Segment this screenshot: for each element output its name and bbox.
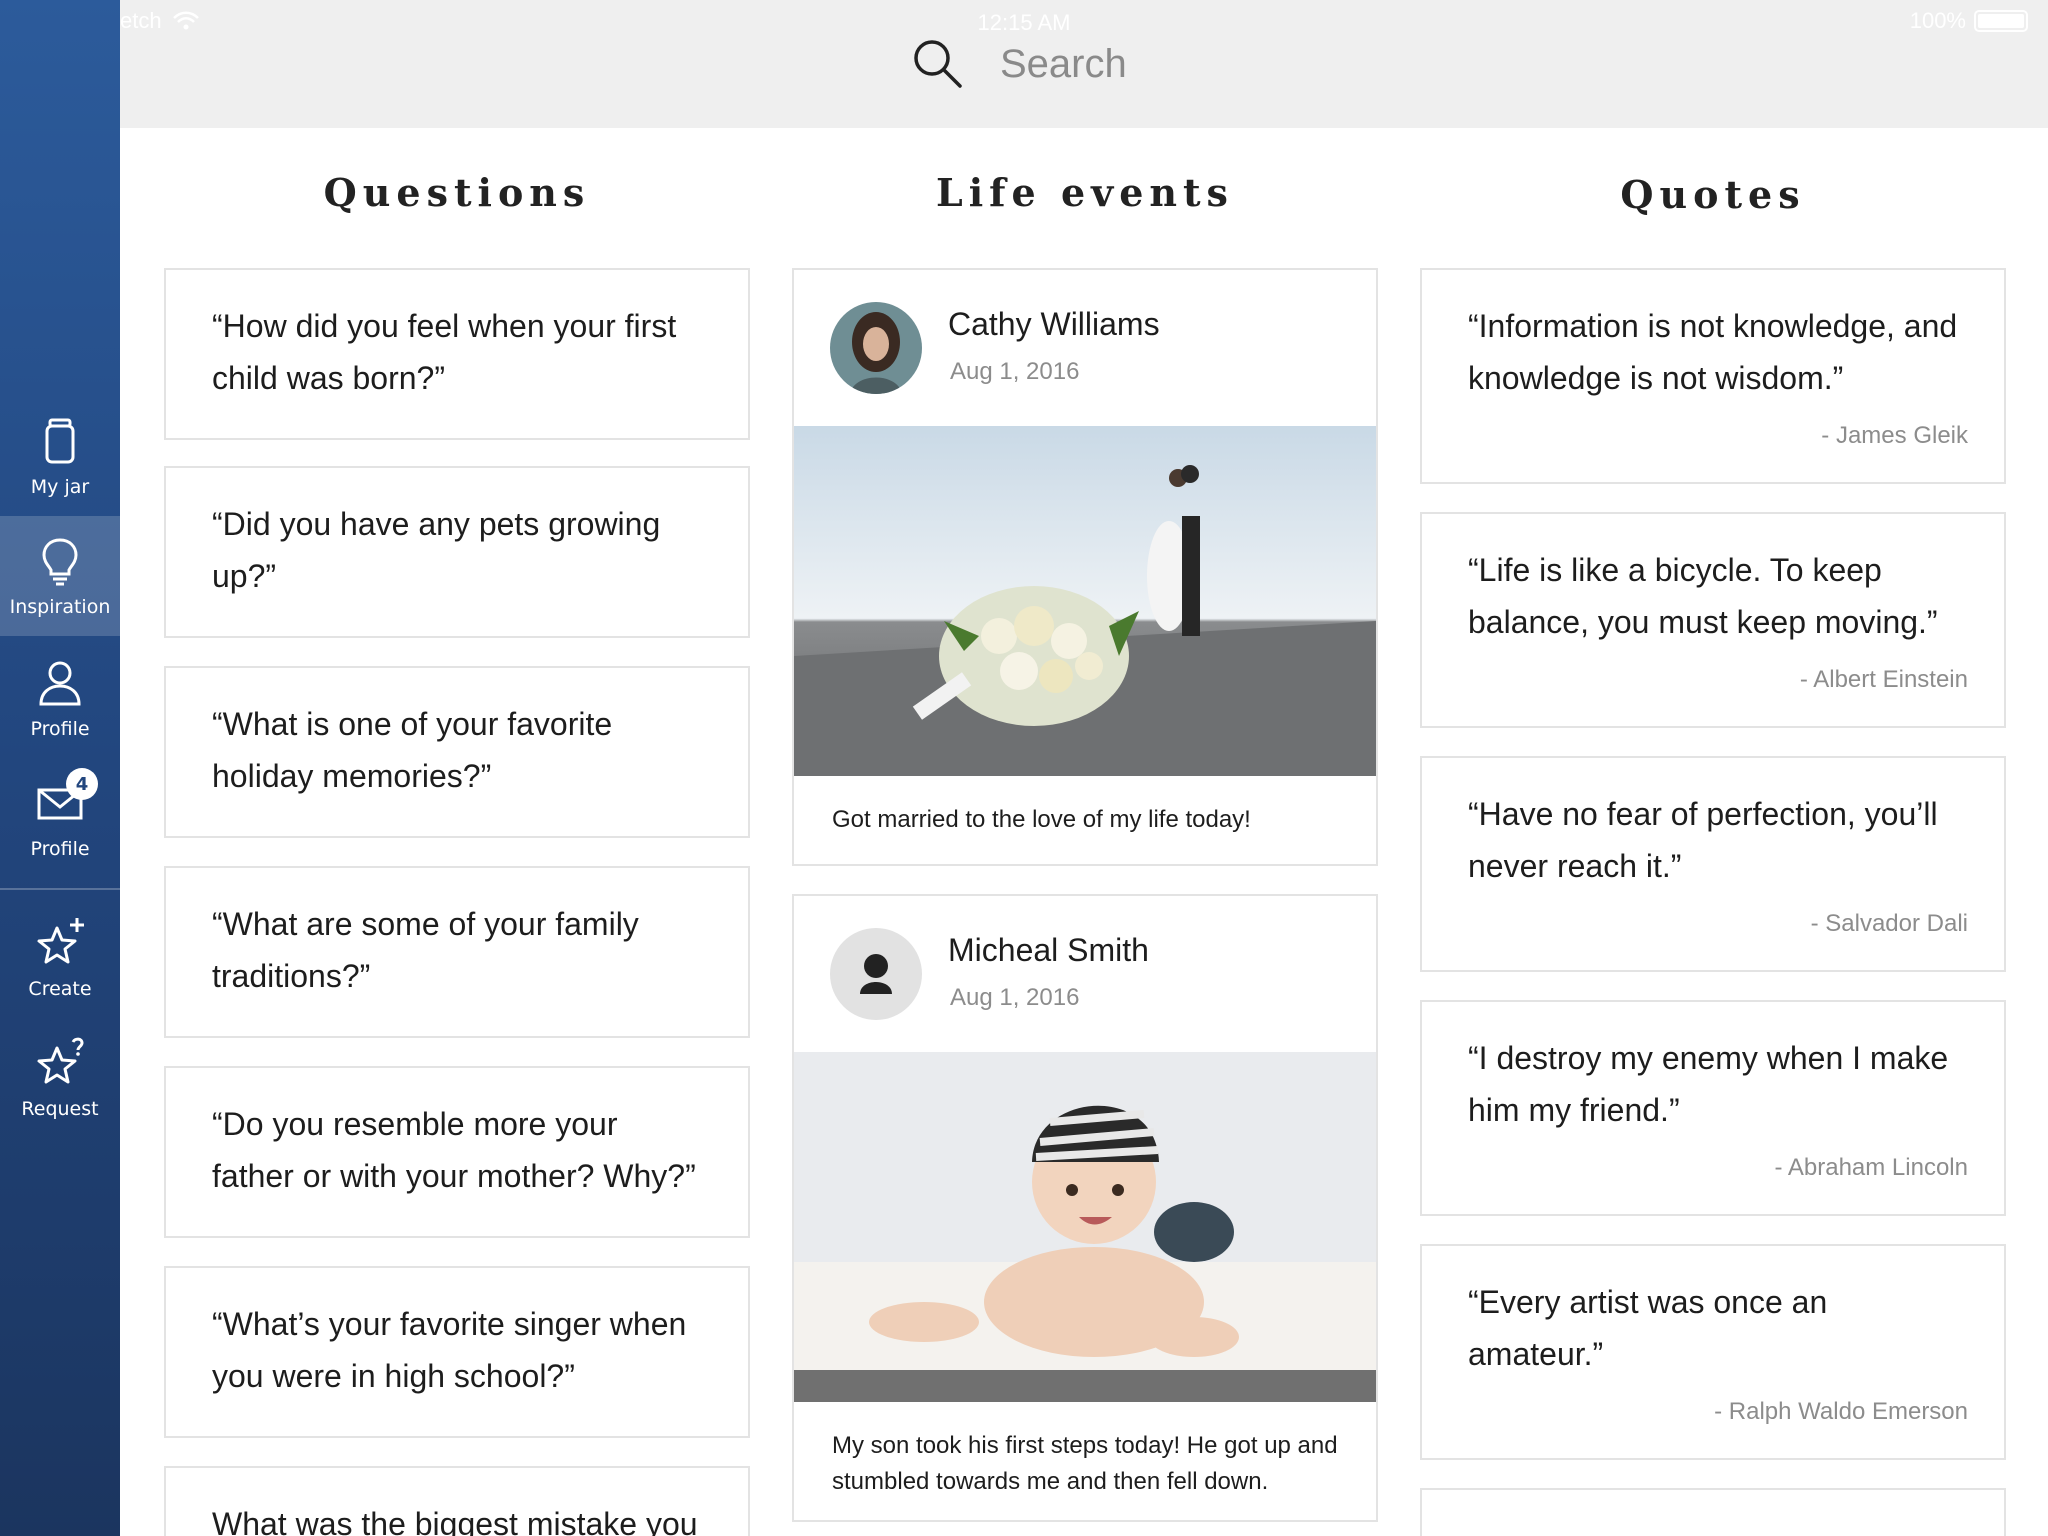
sidebar-item-request[interactable]: Request [0, 1018, 120, 1138]
quote-text: “Information is not knowledge, and knowl… [1468, 308, 1958, 396]
baby-photo[interactable] [794, 1052, 1376, 1402]
question-text: “What are some of your family traditions… [212, 906, 639, 994]
event-caption: My son took his first steps today! He go… [832, 1432, 1338, 1495]
status-battery: 100% [1910, 8, 2028, 34]
sidebar-item-label: Create [28, 978, 92, 1000]
search-bar[interactable] [910, 36, 1400, 92]
question-text: “Do you resemble more your father or wit… [212, 1106, 696, 1194]
quote-card[interactable]: “I destroy my enemy when I make him my f… [1420, 1000, 2006, 1216]
question-card[interactable]: “Did you have any pets growing up?” [164, 466, 750, 638]
questions-title: Questions [323, 170, 591, 215]
jar-icon [45, 418, 75, 464]
question-text: What was the biggest mistake you [212, 1506, 698, 1536]
quote-author: - Ralph Waldo Emerson [1714, 1398, 1968, 1425]
sidebar-item-profile[interactable]: Profile [0, 638, 120, 758]
event-caption: Got married to the love of my life today… [832, 806, 1251, 833]
quote-text: “Life is like a bicycle. To keep balance… [1468, 552, 1938, 640]
event-author-name[interactable]: Cathy Williams [948, 306, 1160, 343]
question-text: “What is one of your favorite holiday me… [212, 706, 613, 794]
avatar[interactable] [830, 928, 922, 1020]
quote-author: - Albert Einstein [1799, 666, 1968, 693]
notification-badge: 4 [66, 768, 98, 800]
quote-text: “Have no fear of perfection, you’ll neve… [1468, 796, 1938, 884]
sidebar-item-label: Profile [30, 838, 90, 860]
quote-card[interactable] [1420, 1488, 2006, 1536]
wedding-photo[interactable] [794, 426, 1376, 776]
question-card[interactable]: What was the biggest mistake you [164, 1466, 750, 1536]
battery-percent: 100% [1909, 8, 1966, 33]
sidebar-item-label: Profile [30, 718, 90, 740]
sidebar: My jar Inspiration Profile 4 Profile Cre… [0, 0, 120, 1536]
sidebar-item-label: My jar [30, 476, 90, 498]
quote-author: - Abraham Lincoln [1774, 1154, 1968, 1181]
question-card[interactable]: “How did you feel when your first child … [164, 268, 750, 440]
event-date: Aug 1, 2016 [950, 984, 1080, 1011]
star-plus-icon [37, 918, 84, 964]
question-text: “Did you have any pets growing up?” [212, 506, 661, 594]
person-icon [39, 661, 81, 706]
question-text: “How did you feel when your first child … [212, 308, 677, 396]
life-events-title: Life events [936, 170, 1234, 215]
event-card[interactable]: Micheal Smith Aug 1, 2016 My son took hi… [792, 894, 1378, 1522]
star-question-icon [37, 1037, 84, 1084]
quote-card[interactable]: “Life is like a bicycle. To keep balance… [1420, 512, 2006, 728]
quote-card[interactable]: “Information is not knowledge, and knowl… [1420, 268, 2006, 484]
event-date: Aug 1, 2016 [950, 358, 1080, 385]
event-card[interactable]: Cathy Williams Aug 1, 2016 Got married t… [792, 268, 1378, 866]
question-card[interactable]: “Do you resemble more your father or wit… [164, 1066, 750, 1238]
event-author-name[interactable]: Micheal Smith [948, 932, 1149, 969]
sidebar-divider [0, 888, 120, 890]
status-time: 12:15 AM [977, 10, 1071, 35]
battery-icon [1974, 10, 2028, 32]
quote-card[interactable]: “Every artist was once an amateur.” - Ra… [1420, 1244, 2006, 1460]
event-header: Micheal Smith Aug 1, 2016 [794, 896, 1376, 1052]
question-text: “What’s your favorite singer when you we… [212, 1306, 687, 1394]
sidebar-item-label: Request [21, 1098, 99, 1120]
question-card[interactable]: “What is one of your favorite holiday me… [164, 666, 750, 838]
lightbulb-icon [42, 538, 78, 586]
quotes-title: Quotes [1620, 172, 1806, 217]
avatar[interactable] [830, 302, 922, 394]
search-input[interactable] [1000, 41, 1400, 87]
quote-author: - James Gleik [1821, 422, 1968, 449]
sidebar-item-messages[interactable]: 4 Profile [0, 758, 120, 878]
sidebar-item-create[interactable]: Create [0, 898, 120, 1018]
quote-card[interactable]: “Have no fear of perfection, you’ll neve… [1420, 756, 2006, 972]
question-card[interactable]: “What’s your favorite singer when you we… [164, 1266, 750, 1438]
top-bar: etch 12:15 AM 100% [120, 0, 2048, 128]
quote-text: “I destroy my enemy when I make him my f… [1468, 1040, 1949, 1128]
question-card[interactable]: “What are some of your family traditions… [164, 866, 750, 1038]
sidebar-item-inspiration[interactable]: Inspiration [0, 516, 120, 636]
event-header: Cathy Williams Aug 1, 2016 [794, 270, 1376, 426]
quote-text: “Every artist was once an amateur.” [1468, 1284, 1828, 1372]
sidebar-item-label: Inspiration [9, 596, 111, 618]
search-icon[interactable] [910, 36, 966, 92]
sidebar-item-my-jar[interactable]: My jar [0, 396, 120, 516]
quote-author: - Salvador Dali [1810, 910, 1968, 937]
